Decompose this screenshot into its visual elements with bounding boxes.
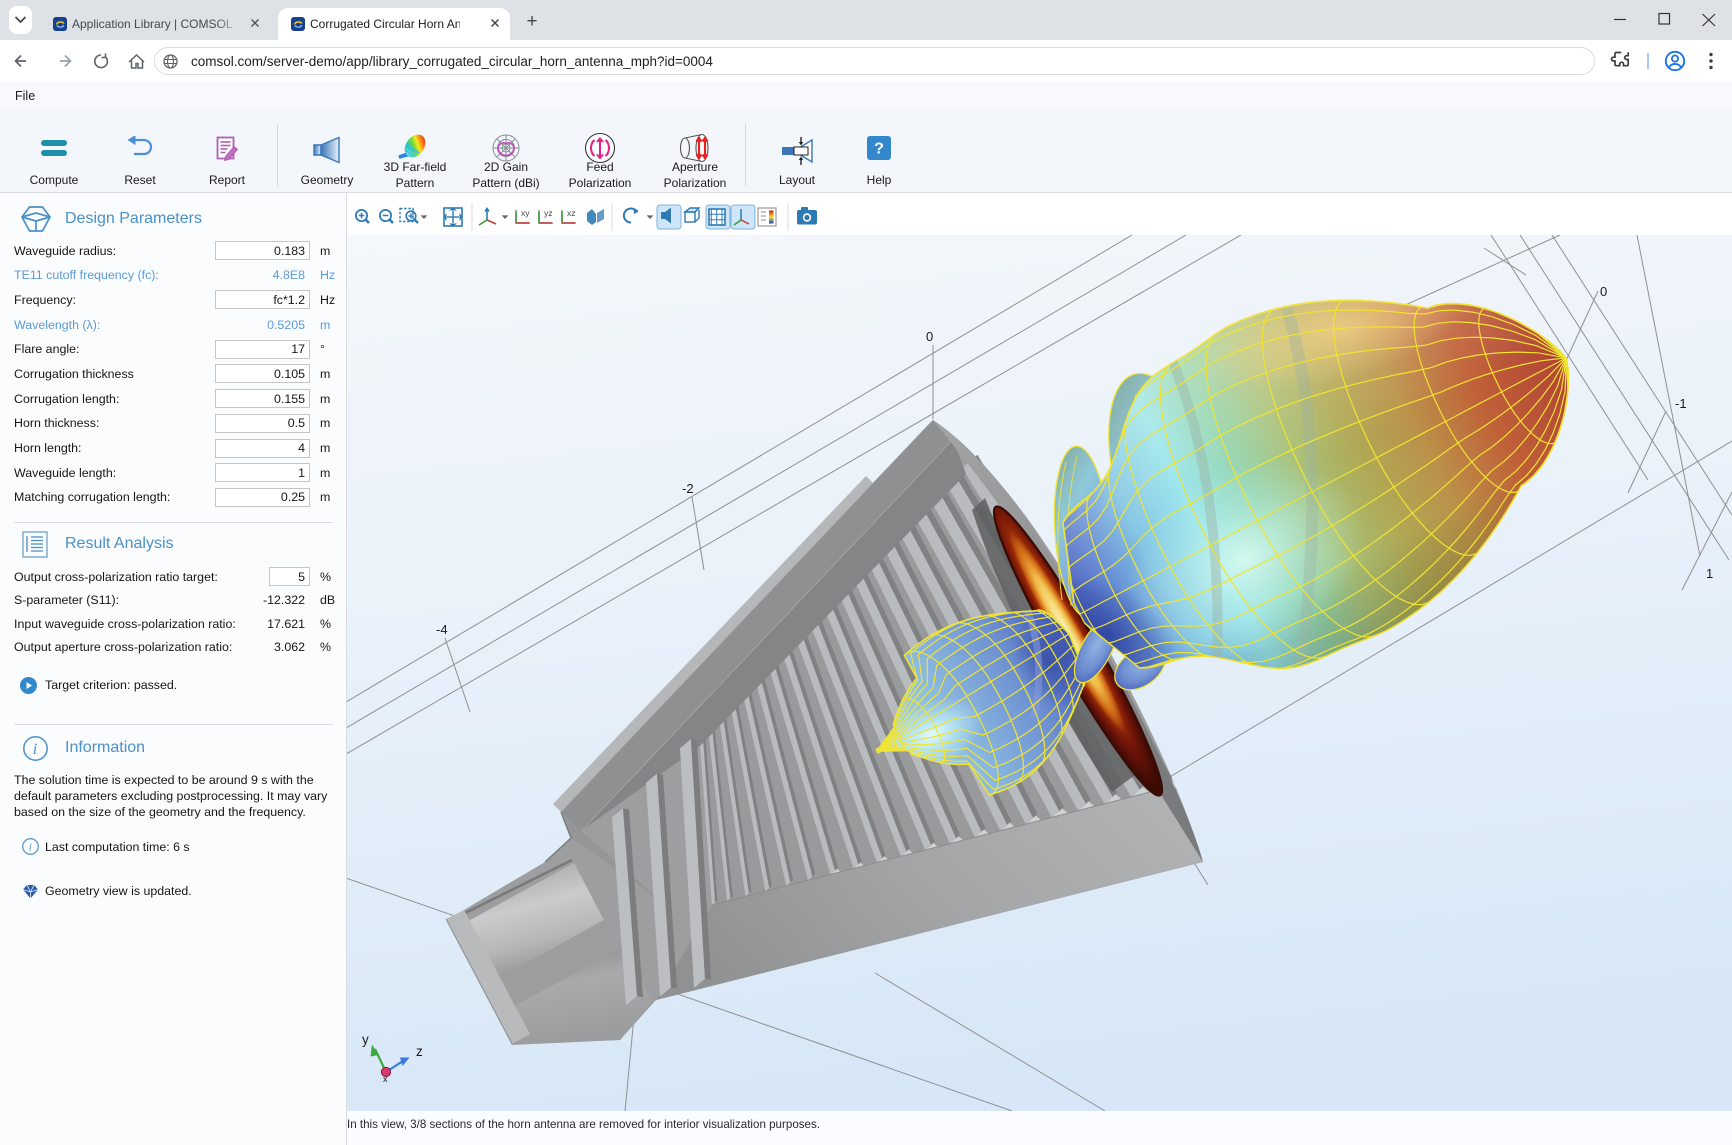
svg-text:xy: xy bbox=[521, 208, 530, 218]
svg-text:0: 0 bbox=[1600, 284, 1607, 299]
svg-text:xz: xz bbox=[567, 208, 576, 218]
svg-text:-4: -4 bbox=[436, 622, 448, 637]
svg-text:-1: -1 bbox=[1675, 396, 1687, 411]
svg-text:1: 1 bbox=[1706, 566, 1713, 581]
svg-text:yz: yz bbox=[544, 208, 553, 218]
svg-text:i: i bbox=[29, 842, 32, 854]
svg-text:z: z bbox=[416, 1044, 423, 1059]
svg-text:y: y bbox=[362, 1032, 369, 1047]
svg-text:-2: -2 bbox=[682, 481, 694, 496]
svg-text:0: 0 bbox=[926, 329, 933, 344]
svg-text:i: i bbox=[33, 741, 37, 758]
